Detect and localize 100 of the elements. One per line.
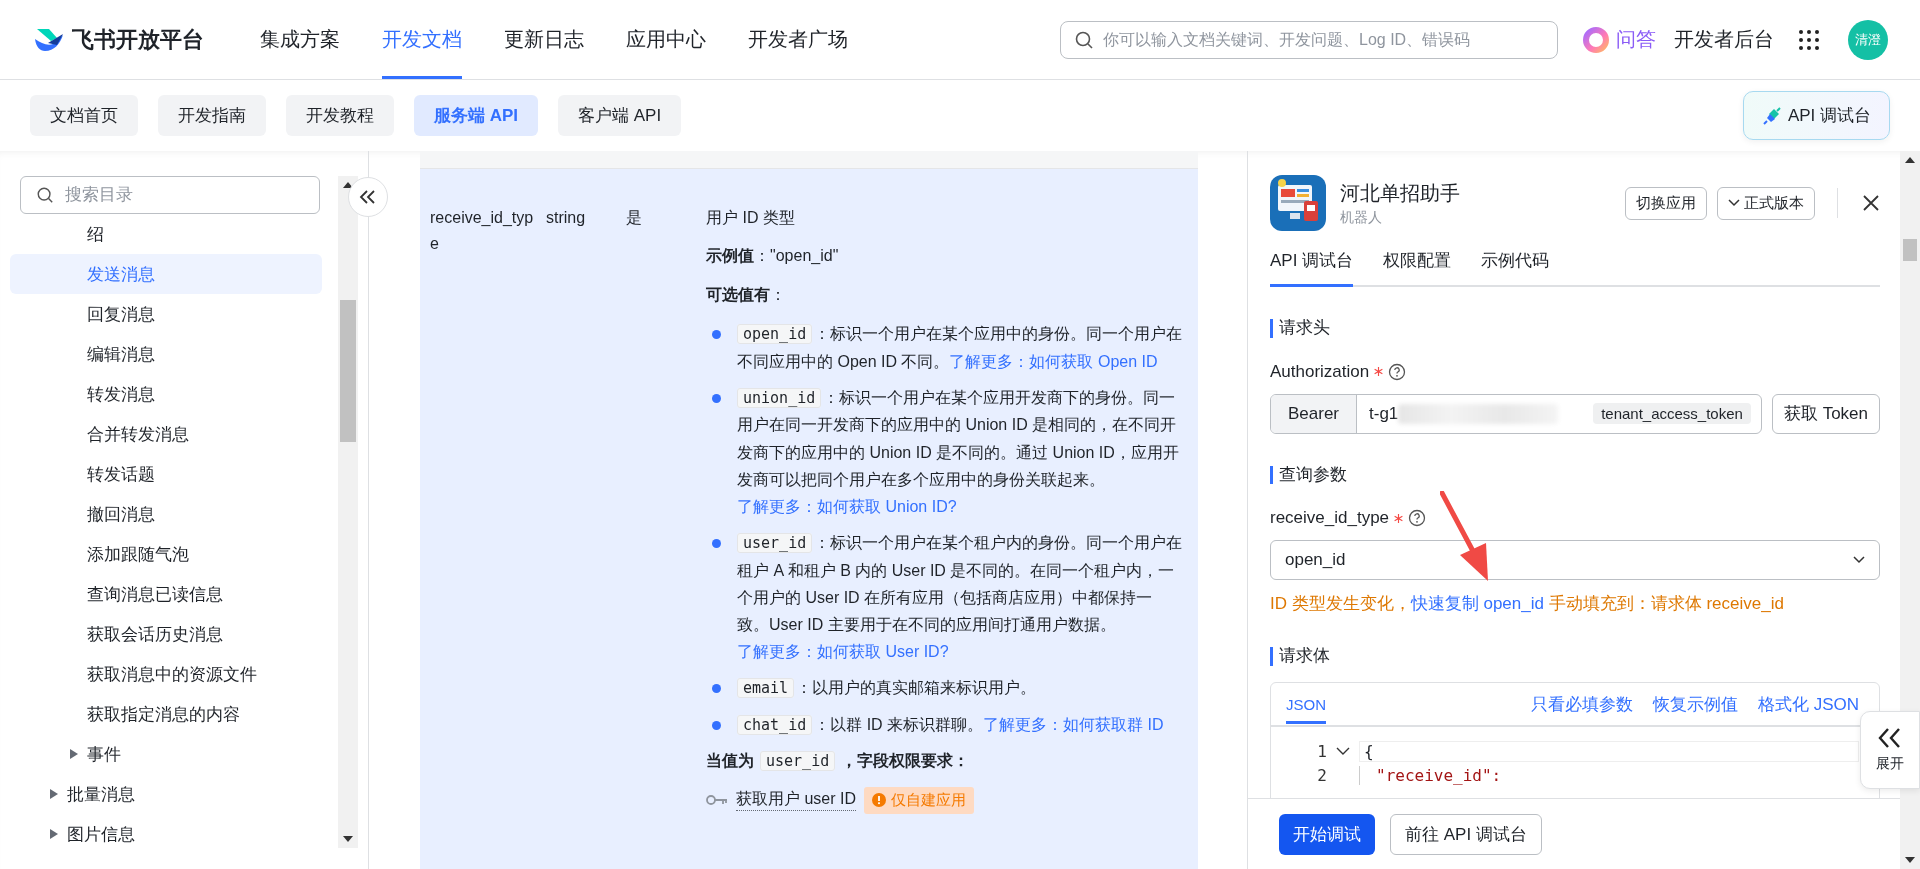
- double-chevron-left-icon: [1877, 727, 1903, 749]
- editor-action-link[interactable]: 只看必填参数: [1530, 692, 1633, 716]
- directory-search-field[interactable]: 搜索目录: [20, 176, 320, 214]
- expand-button[interactable]: 展开: [1860, 711, 1920, 789]
- nav-tab[interactable]: 更新日志: [504, 0, 584, 79]
- description-text: 用户 ID 类型: [706, 208, 796, 228]
- field-label: receive_id_type: [1270, 508, 1390, 529]
- editor-action-link[interactable]: 格式化 JSON: [1757, 692, 1859, 716]
- field-label: Authorization: [1270, 361, 1370, 382]
- search-field[interactable]: 你可以输入文档关键词、开发问题、Log ID、错误码: [1060, 20, 1558, 59]
- help-icon[interactable]: [1408, 509, 1427, 528]
- scroll-down-icon[interactable]: [1905, 857, 1915, 863]
- nav-tab[interactable]: 集成方案: [260, 0, 340, 79]
- nav-tab[interactable]: 开发者广场: [748, 0, 848, 79]
- scroll-up-icon[interactable]: [343, 182, 353, 188]
- code-text: {: [1359, 740, 1859, 762]
- switch-app-button[interactable]: 切换应用: [1625, 186, 1707, 220]
- tree-item[interactable]: 批量消息: [10, 774, 322, 814]
- key-icon: [706, 794, 728, 807]
- authorization-field[interactable]: Bearer t-g1 tenant_access_token: [1270, 393, 1762, 434]
- table-cell-text: string: [546, 208, 587, 228]
- tree-item[interactable]: 绍: [10, 214, 322, 254]
- doc-tab[interactable]: 服务端 API: [414, 95, 539, 136]
- logo-text[interactable]: 飞书开放平台: [72, 24, 204, 55]
- open-api-console-button[interactable]: 前往 API 调试台: [1390, 813, 1542, 855]
- tree-item[interactable]: 转发话题: [10, 454, 322, 494]
- nav-tab[interactable]: 开发文档: [382, 0, 462, 79]
- panel-tab[interactable]: API 调试台: [1270, 241, 1354, 287]
- copy-link[interactable]: 快速复制 open_id: [1410, 594, 1544, 614]
- line-number: 1: [1316, 741, 1327, 761]
- close-icon[interactable]: [1862, 194, 1880, 212]
- learn-more-link[interactable]: 了解更多：如何获取 Open ID: [949, 352, 1158, 370]
- double-chevron-left-icon: [359, 189, 377, 205]
- table-cell-text: receive_id_type: [430, 208, 535, 255]
- app-icon: [1270, 175, 1326, 231]
- panel-tab[interactable]: 权限配置: [1383, 241, 1452, 287]
- chevron-down-icon: [1728, 199, 1740, 207]
- option-description: chat_id ：以群 ID 来标识群聊。了解更多：如何获取群 ID: [737, 710, 1184, 739]
- bullet-icon: [712, 720, 721, 730]
- plug-icon: [1761, 105, 1782, 126]
- section-title: 请求体: [1270, 647, 1880, 667]
- option-description: email ：以用户的真实邮箱来标识用户。: [737, 674, 1184, 702]
- tree-item[interactable]: 查询消息已读信息: [10, 574, 322, 614]
- scroll-down-icon[interactable]: [343, 836, 353, 842]
- app-name: 河北单招助手: [1340, 180, 1460, 206]
- caret-right-icon: [70, 749, 78, 759]
- section-title: 查询参数: [1270, 465, 1880, 485]
- notice-text: ID 类型发生变化，: [1270, 594, 1411, 614]
- tree-item[interactable]: 编辑消息: [10, 334, 322, 374]
- example-value: 示例值："open_id": [706, 246, 840, 267]
- bullet-icon: [712, 330, 721, 340]
- tree-item[interactable]: 回复消息: [10, 294, 322, 334]
- doc-tab[interactable]: 开发教程: [286, 95, 394, 136]
- get-token-button[interactable]: 获取 Token: [1771, 393, 1880, 434]
- tree-item[interactable]: 获取指定消息的内容: [10, 694, 322, 734]
- format-tab[interactable]: JSON: [1286, 686, 1326, 725]
- scroll-thumb[interactable]: [1903, 239, 1917, 261]
- app-type: 机器人: [1340, 208, 1383, 227]
- bullet-icon: [712, 539, 721, 549]
- search-icon: [1074, 29, 1094, 50]
- editor-action-link[interactable]: 恢复示例值: [1652, 692, 1738, 716]
- learn-more-link[interactable]: 了解更多：如何获取 Union ID?: [737, 497, 957, 515]
- nav-tab[interactable]: 应用中心: [626, 0, 706, 79]
- id-type-select[interactable]: open_id: [1270, 540, 1880, 581]
- developer-console-link[interactable]: 开发者后台: [1674, 26, 1774, 53]
- collapse-sidebar-button[interactable]: [348, 177, 388, 217]
- start-debug-button[interactable]: 开始调试: [1279, 813, 1375, 855]
- tree-item[interactable]: 添加跟随气泡: [10, 534, 322, 574]
- token-type-tag: tenant_access_token: [1593, 403, 1751, 425]
- caret-right-icon: [50, 789, 58, 799]
- version-dropdown[interactable]: 正式版本: [1717, 186, 1815, 220]
- tree-item[interactable]: 事件: [10, 734, 322, 774]
- doc-tab[interactable]: 开发指南: [158, 95, 266, 136]
- help-icon[interactable]: [1388, 362, 1407, 381]
- api-console-button[interactable]: API 调试台: [1742, 91, 1890, 140]
- tree-item[interactable]: 获取会话历史消息: [10, 614, 322, 654]
- panel-tab[interactable]: 示例代码: [1481, 241, 1550, 287]
- learn-more-link[interactable]: 了解更多：如何获取 User ID?: [737, 643, 949, 661]
- fold-chevron-icon[interactable]: [1336, 746, 1350, 756]
- apps-grid-icon[interactable]: [1798, 28, 1820, 51]
- tree-item[interactable]: 撤回消息: [10, 494, 322, 534]
- tree-item[interactable]: 转发消息: [10, 374, 322, 414]
- tree-item[interactable]: 合并转发消息: [10, 414, 322, 454]
- scrollbar[interactable]: [338, 176, 358, 848]
- section-title: 请求头: [1270, 319, 1880, 338]
- tree-item[interactable]: 获取消息中的资源文件: [10, 654, 322, 694]
- ring-icon: [1582, 25, 1610, 54]
- option-description: user_id ：标识一个用户在某个租户内的身份。同一个用户在租户 A 和租户 B 内的 User ID 是不同的。在同一个租户内，一个用户的 User ID 在所有应用（包括商店应用）中都保持一致。User ID 主要用于在不同的应用间打通用户数据。 了解更多：如何获取 User ID?: [737, 532, 1184, 663]
- options-heading: 可选值有：: [706, 284, 787, 305]
- doc-tab[interactable]: 客户端 API: [558, 95, 682, 136]
- qa-link[interactable]: 问答: [1616, 26, 1656, 53]
- permission-link[interactable]: 获取用户 user ID: [736, 789, 856, 811]
- scroll-thumb[interactable]: [340, 300, 356, 442]
- search-icon: [36, 186, 54, 204]
- scroll-up-icon[interactable]: [1905, 157, 1915, 163]
- learn-more-link[interactable]: 了解更多：如何获取群 ID: [983, 715, 1164, 733]
- tree-item[interactable]: 发送消息: [10, 254, 322, 294]
- doc-tab[interactable]: 文档首页: [30, 95, 138, 136]
- caret-right-icon: [50, 829, 58, 839]
- tree-item[interactable]: 图片信息: [10, 814, 322, 854]
